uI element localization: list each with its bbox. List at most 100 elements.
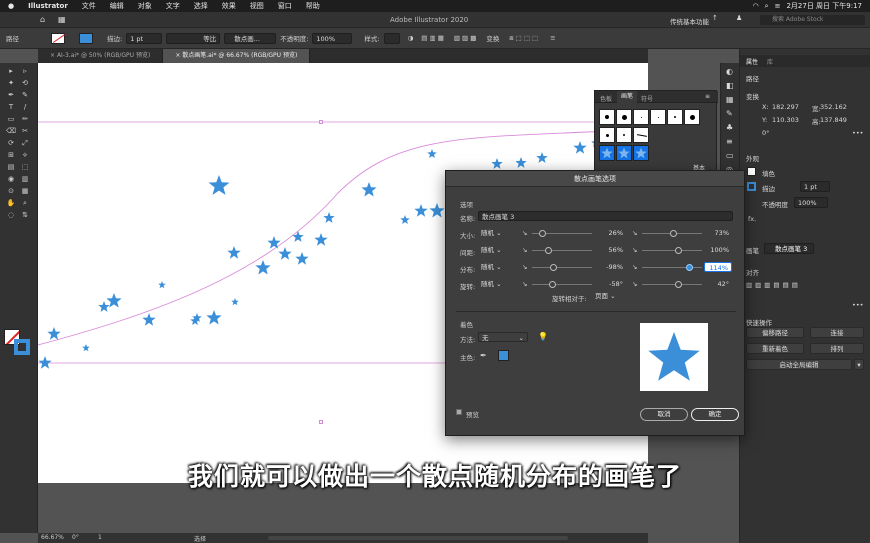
- pressure-icon[interactable]: ↘: [522, 229, 527, 237]
- panel-menu-icon[interactable]: ≡: [550, 34, 555, 42]
- stroke-weight-field[interactable]: 1 pt: [126, 32, 163, 44]
- panel-menu-icon[interactable]: ≡: [705, 93, 710, 100]
- rotate-field[interactable]: 0°: [72, 534, 79, 541]
- rotate-tool-icon[interactable]: ⟳: [6, 139, 16, 147]
- color-guide-icon[interactable]: ◧: [726, 81, 734, 90]
- recolor-button[interactable]: 重新着色: [746, 343, 804, 354]
- max-value-field[interactable]: 73%: [704, 228, 732, 238]
- brush-swatch[interactable]: [633, 127, 649, 143]
- tab-libraries[interactable]: 库: [767, 57, 773, 66]
- fill-swatch[interactable]: [747, 167, 756, 176]
- min-value-field[interactable]: -98%: [596, 262, 626, 272]
- slider-knob[interactable]: [685, 264, 693, 271]
- pressure-icon[interactable]: ↘: [632, 229, 637, 237]
- min-value-field[interactable]: 26%: [596, 228, 626, 238]
- brush-swatch[interactable]: [667, 109, 683, 125]
- bounding-box-handle[interactable]: [319, 420, 323, 424]
- horizontal-scrollbar[interactable]: [268, 536, 568, 540]
- brush-definition-dropdown[interactable]: 散点画...: [224, 32, 277, 44]
- max-value-field[interactable]: 114%: [704, 262, 732, 272]
- key-color-swatch[interactable]: [498, 350, 509, 361]
- rectangle-tool-icon[interactable]: ▭: [6, 115, 16, 123]
- curvature-tool-icon[interactable]: ✎: [20, 91, 30, 99]
- pressure-icon[interactable]: ↘: [522, 263, 527, 271]
- tab-properties[interactable]: 属性: [746, 57, 758, 66]
- blend-tool-icon[interactable]: ⊙: [6, 187, 16, 195]
- artboard-tool-icon[interactable]: ⌕: [20, 199, 30, 207]
- magic-wand-icon[interactable]: ✦: [6, 79, 16, 87]
- stroke-weight-field[interactable]: 1 pt: [800, 181, 830, 192]
- global-edit-dropdown[interactable]: ▾: [854, 359, 864, 370]
- user-icon[interactable]: ♟: [736, 14, 742, 22]
- menu-edit[interactable]: 编辑: [110, 1, 124, 11]
- max-value-field[interactable]: 100%: [704, 245, 732, 255]
- variable-width-profile[interactable]: 等比: [166, 32, 221, 44]
- tips-icon[interactable]: 💡: [538, 332, 548, 341]
- scale-tool-icon[interactable]: ⤢: [20, 139, 30, 147]
- bounding-box-handle[interactable]: [319, 120, 323, 124]
- offset-path-button[interactable]: 偏移路径: [746, 327, 804, 338]
- zoom-tool-icon[interactable]: ⇅: [20, 211, 30, 219]
- w-field[interactable]: 352.162: [820, 103, 847, 111]
- row-mode-dropdown[interactable]: 随机 ⌄: [478, 228, 516, 238]
- arrange-button[interactable]: 排列: [810, 343, 864, 354]
- pen-tool-icon[interactable]: ✒: [6, 91, 16, 99]
- preview-checkbox[interactable]: [456, 409, 462, 415]
- name-input[interactable]: 散点画笔 3: [478, 211, 733, 221]
- method-dropdown[interactable]: 无 ⌄: [478, 332, 528, 342]
- brushes-icon[interactable]: ✎: [726, 109, 733, 118]
- menu-effect[interactable]: 效果: [222, 1, 236, 11]
- slider-knob[interactable]: [675, 281, 682, 288]
- tab-scatter-brush[interactable]: × 散点画笔.ai* @ 66.67% (RGB/GPU 预览): [163, 49, 311, 63]
- join-button[interactable]: 连接: [810, 327, 864, 338]
- share-icon[interactable]: ↑: [712, 14, 718, 22]
- global-edit-button[interactable]: 启动全局编辑: [746, 359, 852, 370]
- ok-button[interactable]: 确定: [691, 408, 739, 421]
- tab-symbols[interactable]: 符号: [641, 94, 653, 103]
- brush-swatch[interactable]: [599, 109, 615, 125]
- stock-search-input[interactable]: 搜索 Adobe Stock: [760, 15, 865, 25]
- tab-swatches[interactable]: 色板: [600, 94, 612, 103]
- home-icon[interactable]: ⌂: [40, 15, 45, 24]
- paintbrush-icon[interactable]: ✏: [20, 115, 30, 123]
- chart-tool-icon[interactable]: ✋: [6, 199, 16, 207]
- opacity-field[interactable]: 100%: [312, 32, 353, 44]
- isolate-icon[interactable]: ⧈ ⬚ ⬚ ⬚: [509, 34, 538, 43]
- menu-window[interactable]: 窗口: [278, 1, 292, 11]
- eyedropper-icon[interactable]: ✒: [480, 351, 487, 360]
- wifi-icon[interactable]: ◠: [753, 2, 759, 10]
- menu-select[interactable]: 选择: [194, 1, 208, 11]
- slider-knob[interactable]: [675, 247, 682, 254]
- workspace-switcher[interactable]: 传统基本功能: [670, 16, 709, 26]
- menu-view[interactable]: 视图: [250, 1, 264, 11]
- min-value-field[interactable]: 56%: [596, 245, 626, 255]
- align-icon[interactable]: ▤ ▥ ▦: [421, 34, 444, 42]
- brush-swatch[interactable]: [599, 127, 615, 143]
- fill-swatch[interactable]: [51, 32, 66, 44]
- pressure-icon[interactable]: ↘: [522, 246, 527, 254]
- brush-dropdown[interactable]: 散点画笔 3: [764, 243, 814, 254]
- symbol-sprayer-icon[interactable]: ▦: [20, 187, 30, 195]
- align-buttons[interactable]: ▥▥▥▤▤▤: [746, 281, 801, 289]
- star-brush-swatch[interactable]: [599, 145, 615, 161]
- menu-file[interactable]: 文件: [82, 1, 96, 11]
- brush-swatch[interactable]: [633, 109, 649, 125]
- selection-tool-icon[interactable]: ▸: [6, 67, 16, 75]
- swatches-icon[interactable]: ▦: [726, 95, 734, 104]
- tab-brushes[interactable]: 画笔: [617, 91, 638, 103]
- star-brush-swatch[interactable]: [616, 145, 632, 161]
- pressure-icon[interactable]: ↘: [522, 280, 527, 288]
- x-field[interactable]: 182.297: [772, 103, 799, 111]
- opacity-field[interactable]: 100%: [794, 197, 828, 208]
- recolor-icon[interactable]: ◑: [408, 34, 414, 42]
- apple-icon[interactable]: ●: [8, 2, 14, 10]
- slider-knob[interactable]: [544, 247, 552, 254]
- type-tool-icon[interactable]: T: [6, 103, 16, 111]
- row-mode-dropdown[interactable]: 随机 ⌄: [478, 262, 516, 272]
- menu-object[interactable]: 对象: [138, 1, 152, 11]
- eyedropper-icon[interactable]: ▥: [20, 175, 30, 183]
- mesh-tool-icon[interactable]: ⬚: [20, 163, 30, 171]
- workspace-layout-icon[interactable]: ▦: [58, 15, 66, 24]
- menu-type[interactable]: 文字: [166, 1, 180, 11]
- row-mode-dropdown[interactable]: 随机 ⌄: [478, 279, 516, 289]
